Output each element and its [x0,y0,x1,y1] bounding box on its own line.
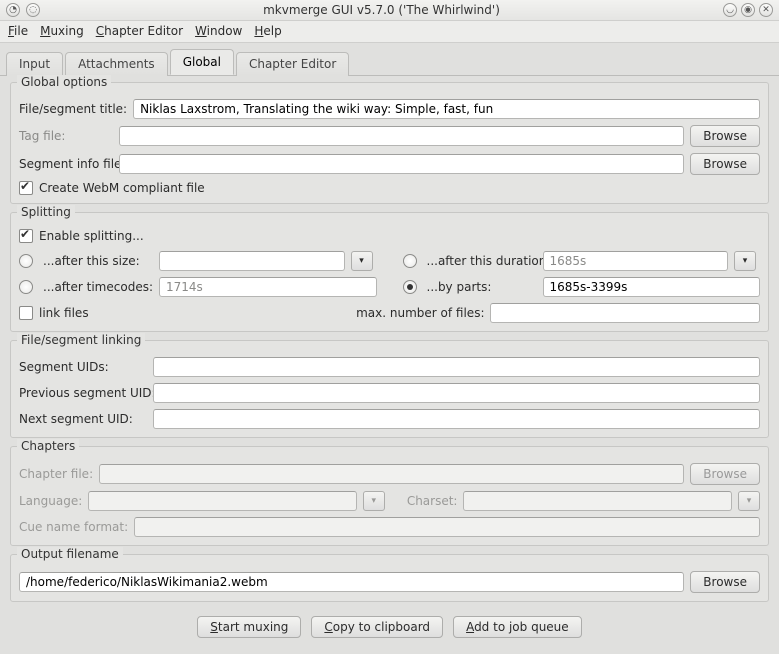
minimize-icon[interactable]: ◡ [723,3,737,17]
tab-global[interactable]: Global [170,49,234,75]
add-to-job-queue-button[interactable]: Add to job queue [453,616,582,638]
global-panel: Global options File/segment title: Tag f… [0,76,779,654]
next-uid-input[interactable] [153,409,760,429]
after-size-dropdown[interactable]: ▾ [351,251,373,271]
window-menu-icon[interactable]: ◌ [26,3,40,17]
file-segment-title-input[interactable] [133,99,760,119]
after-timecodes-input[interactable] [159,277,377,297]
output-filename-input[interactable] [19,572,684,592]
splitting-section: Splitting Enable splitting... ...after t… [10,212,769,332]
maximize-icon[interactable]: ◉ [741,3,755,17]
close-icon[interactable]: ✕ [759,3,773,17]
menu-file[interactable]: File [8,24,28,38]
charset-label: Charset: [407,494,458,508]
language-dropdown: ▾ [363,491,385,511]
after-duration-radio[interactable] [403,254,417,268]
max-files-label: max. number of files: [356,306,484,320]
menu-help[interactable]: Help [254,24,281,38]
file-segment-title-label: File/segment title: [19,102,127,116]
global-options-title: Global options [17,75,111,89]
after-timecodes-label: ...after timecodes: [43,280,153,294]
charset-dropdown: ▾ [738,491,760,511]
language-label: Language: [19,494,82,508]
global-options-section: Global options File/segment title: Tag f… [10,82,769,204]
chapter-file-label: Chapter file: [19,467,93,481]
tab-input[interactable]: Input [6,52,63,76]
tag-file-browse-button[interactable]: Browse [690,125,760,147]
output-browse-button[interactable]: Browse [690,571,760,593]
menubar: File Muxing Chapter Editor Window Help [0,21,779,43]
menu-muxing[interactable]: Muxing [40,24,84,38]
output-section: Output filename Browse [10,554,769,602]
prev-uid-input[interactable] [153,383,760,403]
max-files-input[interactable] [490,303,760,323]
segment-info-label: Segment info file: [19,157,113,171]
tabstrip: Input Attachments Global Chapter Editor [0,43,779,76]
charset-input [463,491,732,511]
after-timecodes-radio[interactable] [19,280,33,294]
segment-uids-input[interactable] [153,357,760,377]
start-muxing-button[interactable]: Start muxing [197,616,301,638]
cue-name-label: Cue name format: [19,520,128,534]
create-webm-label: Create WebM compliant file [39,181,205,195]
after-duration-dropdown[interactable]: ▾ [734,251,756,271]
by-parts-radio[interactable] [403,280,417,294]
after-size-input[interactable] [159,251,345,271]
titlebar: ◔ ◌ mkvmerge GUI v5.7.0 ('The Whirlwind'… [0,0,779,21]
segment-uids-label: Segment UIDs: [19,360,147,374]
window-title: mkvmerge GUI v5.7.0 ('The Whirlwind') [40,3,723,17]
after-size-radio[interactable] [19,254,33,268]
linking-title: File/segment linking [17,333,145,347]
chapters-title: Chapters [17,439,79,453]
menu-chapter-editor[interactable]: Chapter Editor [96,24,183,38]
linking-section: File/segment linking Segment UIDs: Previ… [10,340,769,438]
chapter-file-browse-button: Browse [690,463,760,485]
after-duration-label: ...after this duration: [427,254,537,268]
splitting-title: Splitting [17,205,75,219]
menu-window[interactable]: Window [195,24,242,38]
after-duration-input[interactable] [543,251,729,271]
link-files-label: link files [39,306,89,320]
cue-name-input [134,517,760,537]
tag-file-label: Tag file: [19,129,113,143]
by-parts-input[interactable] [543,277,761,297]
next-uid-label: Next segment UID: [19,412,147,426]
create-webm-checkbox[interactable] [19,181,33,195]
enable-splitting-checkbox[interactable] [19,229,33,243]
output-title: Output filename [17,547,123,561]
app-icon: ◔ [6,3,20,17]
action-buttons: Start muxing Copy to clipboard Add to jo… [10,610,769,646]
chapters-section: Chapters Chapter file: Browse Language: … [10,446,769,546]
copy-to-clipboard-button[interactable]: Copy to clipboard [311,616,443,638]
language-input [88,491,357,511]
tab-chapter-editor[interactable]: Chapter Editor [236,52,349,76]
after-size-label: ...after this size: [43,254,153,268]
link-files-checkbox[interactable] [19,306,33,320]
tag-file-input[interactable] [119,126,684,146]
enable-splitting-label: Enable splitting... [39,229,144,243]
prev-uid-label: Previous segment UID: [19,386,147,400]
tab-attachments[interactable]: Attachments [65,52,168,76]
by-parts-label: ...by parts: [427,280,537,294]
chapter-file-input [99,464,684,484]
segment-info-input[interactable] [119,154,684,174]
segment-info-browse-button[interactable]: Browse [690,153,760,175]
